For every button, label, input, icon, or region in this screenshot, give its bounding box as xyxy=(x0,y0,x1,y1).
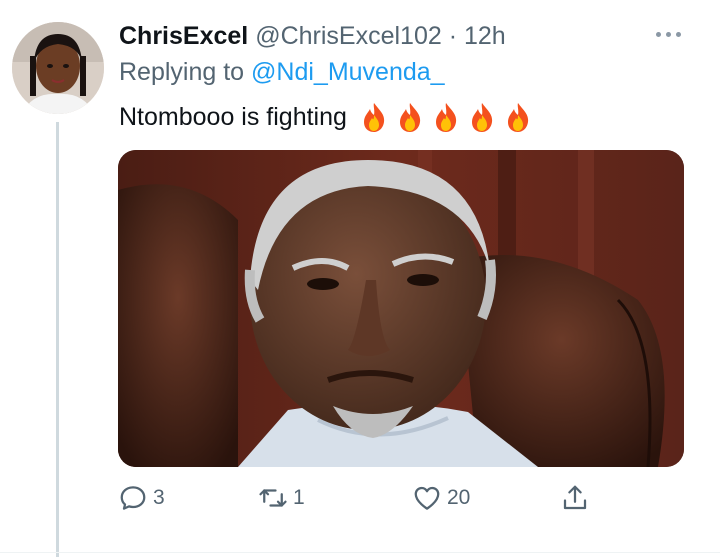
retweet-button[interactable]: 1 xyxy=(258,480,305,516)
tweet-body: Ntombooo is fighting xyxy=(119,103,347,131)
like-count: 20 xyxy=(447,486,471,509)
reply-button[interactable]: 3 xyxy=(118,480,165,516)
fire-icon xyxy=(471,103,493,132)
reply-count: 3 xyxy=(153,486,165,509)
user-handle[interactable]: @ChrisExcel102 xyxy=(255,22,442,50)
more-dot xyxy=(656,31,661,37)
fire-icon xyxy=(363,103,385,132)
tweet-divider xyxy=(0,552,720,553)
like-button[interactable]: 20 xyxy=(412,480,470,516)
share-icon xyxy=(563,485,587,510)
heart-icon xyxy=(414,486,440,510)
separator-dot: · xyxy=(448,22,458,50)
display-name[interactable]: ChrisExcel xyxy=(119,22,248,50)
replying-to: Replying to @Ndi_Muvenda_ xyxy=(119,57,445,87)
timestamp[interactable]: 12h xyxy=(464,22,506,50)
more-dot xyxy=(676,31,681,37)
retweet-count: 1 xyxy=(293,486,305,509)
reply-icon xyxy=(120,486,146,510)
avatar-image xyxy=(12,22,104,114)
tweet-header: ChrisExcel @ChrisExcel102 · 12h xyxy=(119,21,506,51)
tweet-media-photo[interactable] xyxy=(118,150,684,467)
more-options-icon[interactable] xyxy=(656,28,682,40)
tweet-text: Ntombooo is fighting xyxy=(119,101,533,133)
more-dot xyxy=(666,31,671,37)
fire-icon xyxy=(399,103,421,132)
fire-icon xyxy=(507,103,529,132)
fire-icon xyxy=(435,103,457,132)
replying-to-label: Replying to xyxy=(119,58,245,86)
avatar[interactable] xyxy=(12,22,104,114)
share-button[interactable] xyxy=(560,480,590,516)
replying-to-mention[interactable]: @Ndi_Muvenda_ xyxy=(251,58,445,86)
retweet-icon xyxy=(259,489,287,507)
photo-image xyxy=(118,150,684,467)
fire-emoji-group xyxy=(359,101,533,133)
tweet-actions: 3 1 20 xyxy=(118,480,598,516)
thread-connector-line xyxy=(56,122,59,557)
